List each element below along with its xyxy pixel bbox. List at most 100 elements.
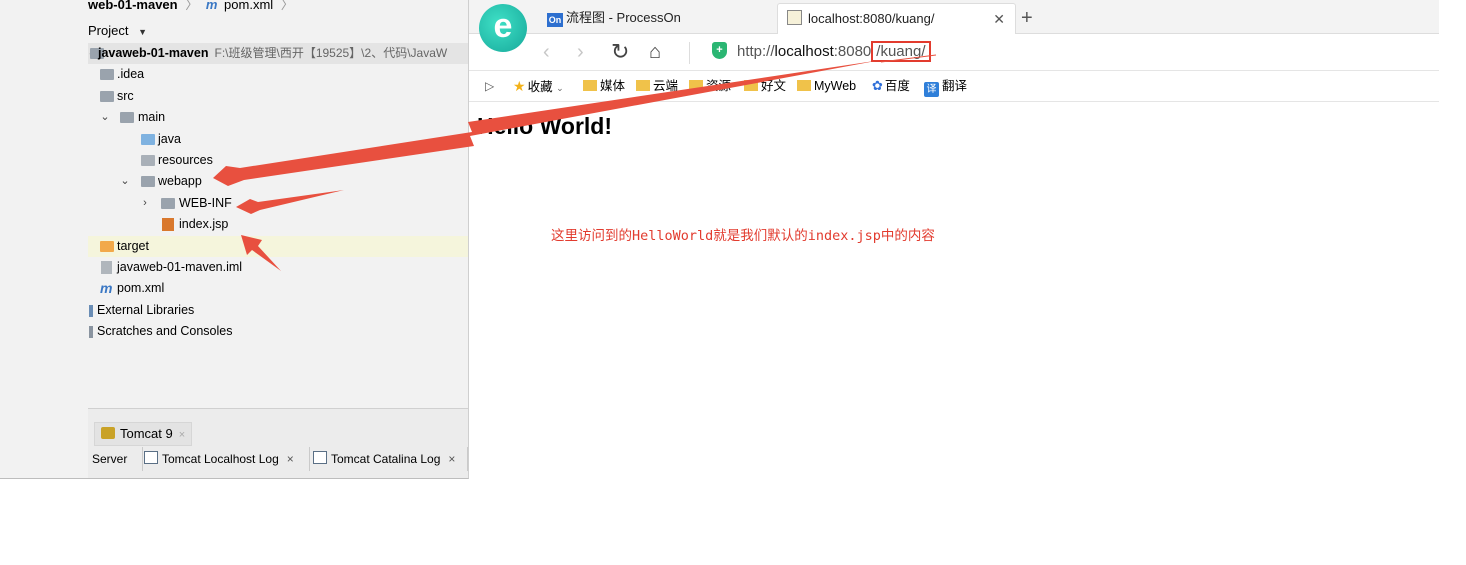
run-subtabs: Server Tomcat Localhost Log × Tomcat Cata…: [88, 447, 468, 471]
tree-item-label: External Libraries: [97, 302, 195, 317]
bookmark-baidu[interactable]: ✿ 百度: [872, 71, 910, 101]
tree-item-label: .idea: [117, 67, 145, 82]
baidu-paw-icon: ✿: [872, 78, 883, 93]
chevron-down-icon[interactable]: ⌄: [99, 107, 111, 128]
tree-item-webapp[interactable]: ⌄ webapp: [88, 171, 468, 192]
source-folder-icon: [141, 133, 155, 145]
annotation-note: 这里访问到的HelloWorld就是我们默认的index.jsp中的内容: [551, 228, 935, 244]
tab-processon[interactable]: On 流程图 - ProcessOn: [547, 3, 747, 33]
home-button[interactable]: ⌂: [649, 40, 661, 64]
close-icon[interactable]: ×: [448, 452, 455, 466]
breadcrumb: web-01-maven 〉 m pom.xml 〉: [88, 0, 298, 14]
tree-item-main[interactable]: ⌄ main: [88, 107, 468, 128]
folder-icon: [120, 112, 134, 124]
maven-icon: m: [100, 280, 113, 297]
tab-server[interactable]: Server: [88, 447, 143, 471]
tree-item-label: target: [117, 238, 149, 253]
tab-localhost[interactable]: localhost:8080/kuang/ ✕: [777, 3, 1016, 34]
tree-item-label: main: [138, 110, 166, 125]
tree-item-external-libraries[interactable]: External Libraries: [88, 300, 468, 321]
chevron-down-icon: ⌄: [556, 83, 564, 93]
folder-icon: [797, 80, 811, 91]
bookmark-label: 媒体: [600, 79, 626, 93]
tree-item-target[interactable]: target: [88, 235, 468, 257]
sidebar-toggle-icon[interactable]: ▷: [485, 71, 494, 101]
root-name: javaweb-01-maven: [98, 46, 209, 60]
resources-folder-icon: [141, 154, 155, 166]
folder-icon: [744, 80, 758, 91]
tree-item-src[interactable]: src: [88, 86, 468, 107]
close-icon[interactable]: ✕: [993, 4, 1005, 34]
url-host: localhost: [774, 43, 834, 60]
url-scheme: http://: [737, 43, 775, 60]
bookmark-folder-myweb[interactable]: MyWeb: [797, 71, 856, 101]
browser-toolbar: ‹ › ↻ ⌂ + http://localhost:8080/kuang/: [469, 34, 1439, 71]
tree-item-webinf[interactable]: › WEB-INF: [88, 193, 468, 214]
browser-logo-icon[interactable]: e: [479, 4, 527, 52]
tree-item-root[interactable]: ⌄ javaweb-01-mavenF:\班级管理\西开【19525】\2、代码…: [87, 43, 468, 65]
bookmark-label: MyWeb: [814, 79, 857, 93]
bookmark-folder-cloud[interactable]: 云端: [636, 71, 678, 101]
tab-label: Tomcat Catalina Log: [331, 452, 441, 466]
project-label: Project: [88, 23, 129, 38]
bookmark-favorites[interactable]: ★ 收藏 ⌄: [513, 71, 564, 103]
address-bar[interactable]: http://localhost:8080/kuang/: [737, 40, 931, 64]
bookmark-folder-articles[interactable]: 好文: [744, 71, 786, 101]
tree-item-iml[interactable]: javaweb-01-maven.iml: [88, 257, 468, 278]
tree-item-label: Scratches and Consoles: [97, 324, 233, 339]
folder-icon: [100, 69, 114, 81]
breadcrumb-module[interactable]: web-01-maven: [88, 0, 178, 12]
tab-label: Tomcat Localhost Log: [162, 452, 279, 466]
bookmark-label: 百度: [884, 79, 910, 93]
bookmark-label: 翻译: [942, 79, 968, 93]
tab-catalina-log[interactable]: Tomcat Catalina Log ×: [309, 447, 468, 471]
breadcrumb-file[interactable]: pom.xml: [224, 0, 273, 12]
tab-tomcat[interactable]: Tomcat 9 ×: [94, 422, 193, 446]
bookmark-label: 资源: [706, 79, 732, 93]
tree-item-java[interactable]: java: [88, 129, 468, 150]
tree-item-resources[interactable]: resources: [88, 150, 468, 171]
web-folder-icon: [141, 176, 155, 188]
processon-icon: On: [547, 13, 563, 27]
new-tab-button[interactable]: +: [1021, 3, 1033, 33]
url-path-highlight: /kuang/: [871, 41, 931, 62]
module-file-icon: [101, 260, 112, 274]
back-button[interactable]: ‹: [543, 40, 550, 64]
close-icon[interactable]: ×: [179, 429, 185, 441]
chevron-right-icon[interactable]: ›: [139, 193, 151, 214]
tree-item-label: src: [117, 88, 134, 103]
reload-button[interactable]: ↻: [611, 40, 629, 64]
tree-item-label: pom.xml: [117, 281, 165, 296]
project-view-selector[interactable]: Project ▼: [88, 20, 468, 42]
tomcat-icon: [101, 427, 115, 439]
star-icon: ★: [513, 78, 526, 94]
browser-window: On 流程图 - ProcessOn localhost:8080/kuang/ …: [469, 0, 1439, 565]
tab-label: 流程图 - ProcessOn: [566, 10, 681, 25]
library-icon: [89, 304, 93, 317]
excluded-folder-icon: [100, 240, 114, 252]
bookmark-folder-media[interactable]: 媒体: [583, 71, 625, 101]
log-icon: [313, 451, 327, 464]
security-shield-icon[interactable]: +: [712, 42, 727, 59]
tree-item-index-jsp[interactable]: index.jsp: [88, 214, 468, 235]
log-icon: [144, 451, 158, 464]
bookmark-folder-resources[interactable]: 资源: [689, 71, 731, 101]
close-icon[interactable]: ×: [287, 452, 294, 466]
tree-item-pom[interactable]: m pom.xml: [88, 278, 468, 299]
tree-item-scratches[interactable]: Scratches and Consoles: [88, 321, 468, 342]
maven-icon: m: [205, 0, 218, 12]
tree-item-label: resources: [158, 152, 213, 167]
bookmark-label: 好文: [761, 79, 787, 93]
bookmark-translate[interactable]: 译翻译: [924, 71, 967, 101]
tree-item-idea[interactable]: .idea: [88, 64, 468, 85]
forward-button[interactable]: ›: [577, 40, 584, 64]
run-panel: Tomcat 9 × Server Tomcat Localhost Log × T…: [88, 408, 468, 478]
folder-icon: [689, 80, 703, 91]
chevron-down-icon[interactable]: ⌄: [119, 171, 131, 192]
jsp-file-icon: [162, 218, 174, 232]
tab-label: Server: [92, 452, 128, 466]
root-path: F:\班级管理\西开【19525】\2、代码\JavaW: [214, 46, 448, 60]
tree-item-label: WEB-INF: [179, 195, 232, 210]
ide-panel: web-01-maven 〉 m pom.xml 〉 Project ▼ ⌄ j…: [0, 0, 469, 479]
tab-localhost-log[interactable]: Tomcat Localhost Log ×: [140, 447, 310, 471]
